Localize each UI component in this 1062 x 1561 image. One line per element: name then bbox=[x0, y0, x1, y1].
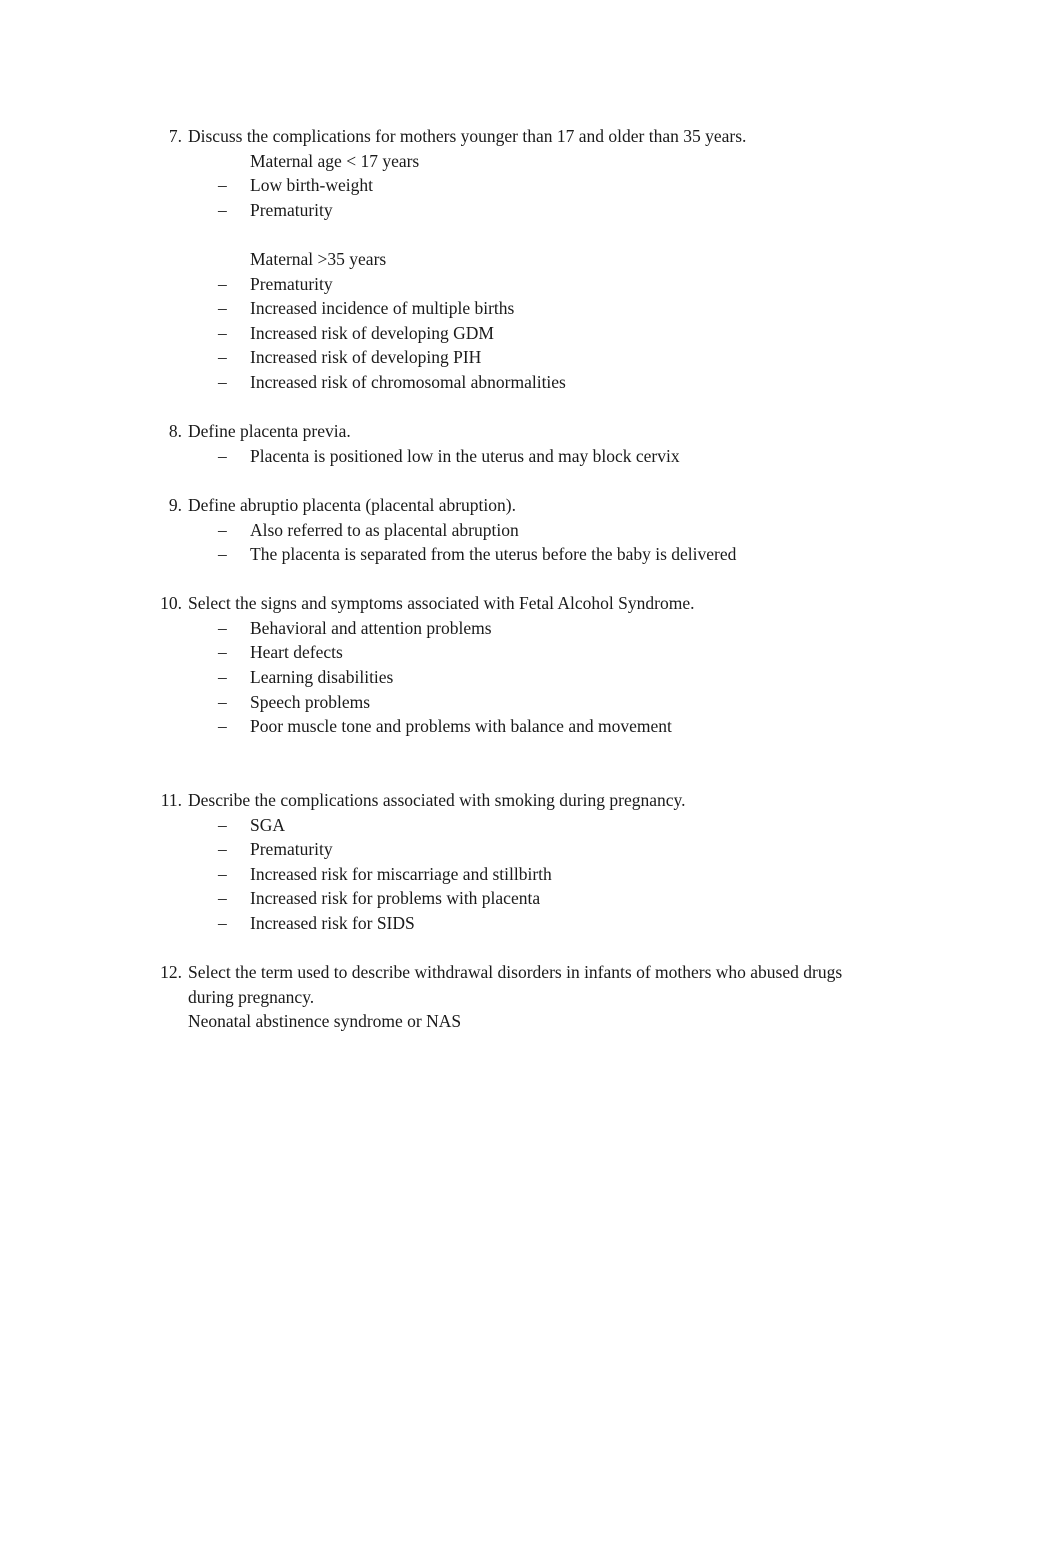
list-item: – Also referred to as placental abruptio… bbox=[188, 518, 856, 543]
item-number: 7. bbox=[168, 126, 182, 146]
bullet-text: Heart defects bbox=[250, 642, 343, 663]
dash-bullet-icon: – bbox=[218, 371, 227, 392]
list-item: – Increased risk of developing PIH bbox=[188, 345, 856, 370]
dash-bullet-icon: – bbox=[218, 716, 227, 737]
list-item: – Speech problems bbox=[188, 690, 856, 715]
document-page: 7. Discuss the complications for mothers… bbox=[0, 0, 1062, 1561]
sub-heading-maternal-under-17: Maternal age < 17 years bbox=[250, 150, 420, 171]
dash-bullet-icon: – bbox=[218, 863, 227, 884]
bullet-list: – Behavioral and attention problems – He… bbox=[188, 616, 856, 739]
item-question-text: Define placenta previa. bbox=[188, 421, 351, 442]
dash-bullet-icon: – bbox=[218, 519, 227, 540]
list-item: – Increased risk of developing GDM bbox=[188, 321, 856, 346]
bullet-text: Increased incidence of multiple births bbox=[250, 298, 515, 319]
dash-bullet-icon: – bbox=[218, 888, 227, 909]
list-item-7: 7. Discuss the complications for mothers… bbox=[156, 124, 856, 395]
dash-bullet-icon: – bbox=[218, 617, 227, 638]
dash-bullet-icon: – bbox=[218, 273, 227, 294]
item-number: 9. bbox=[168, 494, 182, 515]
list-item: – Heart defects bbox=[188, 640, 856, 665]
item-question-text: Discuss the complications for mothers yo… bbox=[188, 126, 747, 146]
list-item: – Prematurity bbox=[188, 198, 856, 223]
list-item-9: 9. Define abruptio placenta (placental a… bbox=[156, 493, 856, 567]
list-item: – Learning disabilities bbox=[188, 665, 856, 690]
list-item: – Prematurity bbox=[188, 272, 856, 297]
bullet-text: Increased risk for problems with placent… bbox=[250, 888, 541, 909]
list-item: – Placenta is positioned low in the uter… bbox=[188, 444, 856, 469]
list-item: – Poor muscle tone and problems with bal… bbox=[188, 714, 856, 739]
list-item: – Prematurity bbox=[188, 837, 856, 862]
bullet-text: Learning disabilities bbox=[250, 667, 394, 688]
list-item: – Increased risk for SIDS bbox=[188, 911, 856, 936]
item-answer-text: Neonatal abstinence syndrome or NAS bbox=[188, 1011, 462, 1032]
dash-bullet-icon: – bbox=[218, 199, 227, 220]
list-item: – SGA bbox=[188, 813, 856, 838]
item-number: 11. bbox=[160, 790, 182, 811]
dash-bullet-icon: – bbox=[218, 347, 227, 368]
dash-bullet-icon: – bbox=[218, 814, 227, 835]
bullet-text: Prematurity bbox=[250, 839, 333, 860]
item-number: 8. bbox=[168, 421, 182, 442]
bullet-list: – Low birth-weight – Prematurity bbox=[188, 173, 856, 222]
dash-bullet-icon: – bbox=[218, 667, 227, 688]
list-item: – Increased risk for miscarriage and sti… bbox=[188, 862, 856, 887]
item-number: 10. bbox=[160, 593, 182, 614]
bullet-text: Low birth-weight bbox=[250, 175, 373, 196]
list-item-11: 11. Describe the complications associate… bbox=[156, 788, 856, 936]
bullet-text: Behavioral and attention problems bbox=[250, 617, 492, 638]
item-question-text: Select the term used to describe withdra… bbox=[188, 962, 843, 1007]
dash-bullet-icon: – bbox=[218, 175, 227, 196]
sub-heading-maternal-over-35: Maternal >35 years bbox=[250, 248, 387, 269]
bullet-text: Increased risk for miscarriage and still… bbox=[250, 863, 552, 884]
bullet-text: Prematurity bbox=[250, 273, 333, 294]
bullet-text: Placenta is positioned low in the uterus… bbox=[250, 445, 680, 466]
bullet-list: – Prematurity – Increased incidence of m… bbox=[188, 272, 856, 395]
list-item-8: 8. Define placenta previa. – Placenta is… bbox=[156, 419, 856, 468]
bullet-text: Prematurity bbox=[250, 199, 333, 220]
list-item-10: 10. Select the signs and symptoms associ… bbox=[156, 591, 856, 739]
bullet-text: SGA bbox=[250, 814, 286, 835]
item-question-text: Define abruptio placenta (placental abru… bbox=[188, 494, 516, 515]
bullet-list: – Also referred to as placental abruptio… bbox=[188, 518, 856, 567]
dash-bullet-icon: – bbox=[218, 691, 227, 712]
item-number: 12. bbox=[160, 962, 182, 983]
bullet-list: – SGA – Prematurity – Increased risk for… bbox=[188, 813, 856, 936]
dash-bullet-icon: – bbox=[218, 839, 227, 860]
item-question-text: Describe the complications associated wi… bbox=[188, 790, 686, 811]
bullet-text: Increased risk for SIDS bbox=[250, 913, 415, 933]
document-body: 7. Discuss the complications for mothers… bbox=[156, 124, 856, 1034]
bullet-text: Increased risk of developing GDM bbox=[250, 322, 494, 343]
dash-bullet-icon: – bbox=[218, 298, 227, 319]
dash-bullet-icon: – bbox=[218, 913, 227, 933]
dash-bullet-icon: – bbox=[218, 322, 227, 343]
bullet-list: – Placenta is positioned low in the uter… bbox=[188, 444, 856, 469]
dash-bullet-icon: – bbox=[218, 544, 227, 565]
bullet-text: Increased risk of developing PIH bbox=[250, 347, 482, 368]
list-item: – Behavioral and attention problems bbox=[188, 616, 856, 641]
bullet-text: Poor muscle tone and problems with balan… bbox=[250, 716, 672, 737]
bullet-text: Also referred to as placental abruption bbox=[250, 519, 519, 540]
bullet-text: Speech problems bbox=[250, 691, 371, 712]
bullet-text: Increased risk of chromosomal abnormalit… bbox=[250, 371, 566, 392]
list-item-12: 12. Select the term used to describe wit… bbox=[156, 960, 856, 1034]
bullet-text: The placenta is separated from the uteru… bbox=[250, 544, 737, 565]
list-item: – Low birth-weight bbox=[188, 173, 856, 198]
list-item: – Increased incidence of multiple births bbox=[188, 296, 856, 321]
item-question-text: Select the signs and symptoms associated… bbox=[188, 593, 695, 614]
list-item: – Increased risk of chromosomal abnormal… bbox=[188, 370, 856, 395]
dash-bullet-icon: – bbox=[218, 445, 227, 466]
dash-bullet-icon: – bbox=[218, 642, 227, 663]
list-item: – The placenta is separated from the ute… bbox=[188, 542, 856, 567]
list-item: – Increased risk for problems with place… bbox=[188, 886, 856, 911]
